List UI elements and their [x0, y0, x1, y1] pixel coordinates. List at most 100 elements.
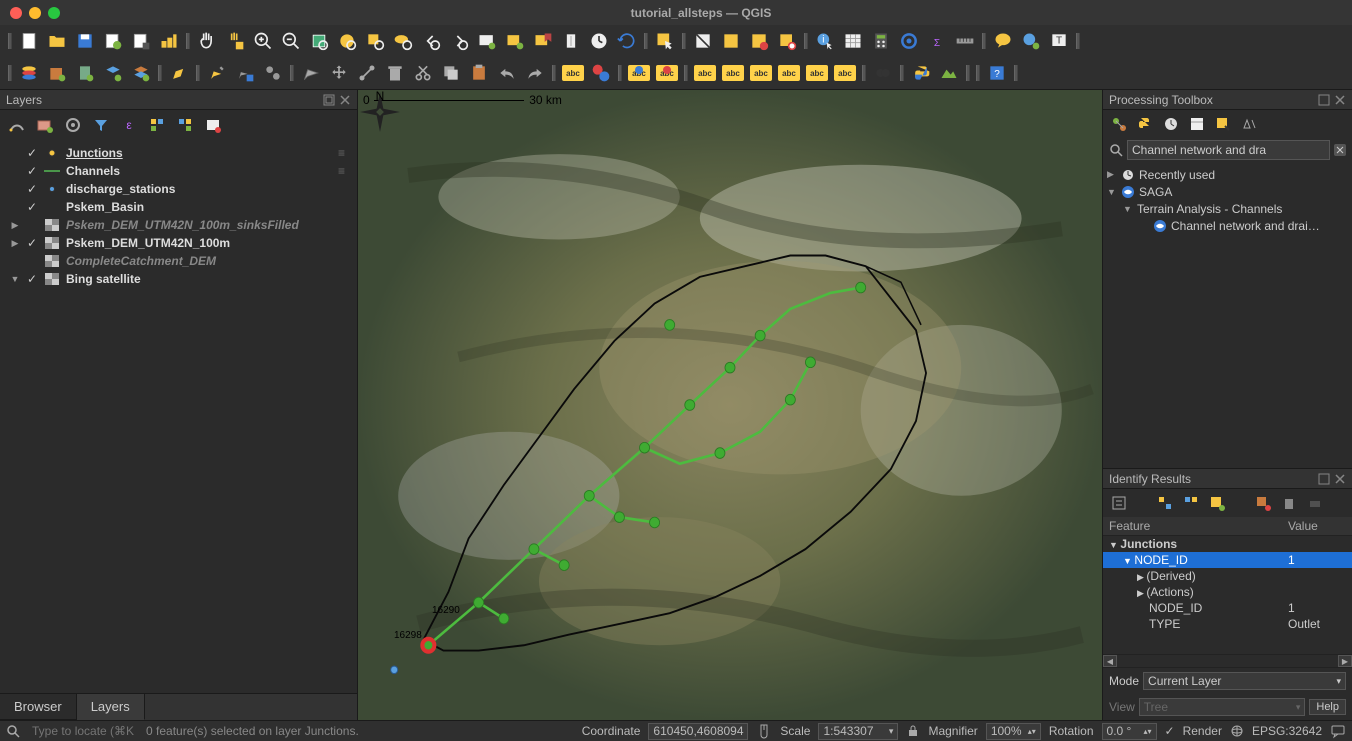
add-feature-button[interactable]	[260, 60, 286, 86]
label-unpin-button[interactable]: abc	[654, 60, 680, 86]
layer-junctions[interactable]: ✓ Junctions ≡	[8, 144, 349, 162]
label-change-button[interactable]: abc	[804, 60, 830, 86]
toolbar-handle[interactable]	[1012, 62, 1020, 84]
layer-tree[interactable]: ✓ Junctions ≡ ✓ Channels ≡ ✓ discharge_s…	[0, 140, 357, 693]
vertex-tool-button[interactable]	[354, 60, 380, 86]
new-shapefile-button[interactable]	[72, 60, 98, 86]
remove-layer-button[interactable]	[202, 114, 224, 136]
cut-features-button[interactable]	[410, 60, 436, 86]
expand-all-button[interactable]	[146, 114, 168, 136]
identify-button[interactable]: i	[812, 28, 838, 54]
layer-complete-catchment[interactable]: CompleteCatchment_DEM	[8, 252, 349, 270]
toggle-editing-button[interactable]	[204, 60, 230, 86]
zoom-native-button[interactable]	[306, 28, 332, 54]
tree-channel-network-algo[interactable]: Channel network and drai…	[1107, 217, 1348, 234]
identify-expand-button[interactable]	[1109, 493, 1129, 513]
mouse-icon[interactable]	[756, 723, 772, 739]
refresh-button[interactable]	[614, 28, 640, 54]
zoom-out-button[interactable]	[278, 28, 304, 54]
toolbar-handle[interactable]	[898, 62, 906, 84]
tab-layers[interactable]: Layers	[77, 694, 145, 720]
layer-dem-sinksfilled[interactable]: ▶ Pskem_DEM_UTM42N_100m_sinksFilled	[8, 216, 349, 234]
undo-button[interactable]	[494, 60, 520, 86]
lock-icon[interactable]	[906, 724, 920, 738]
processing-toolbox-button[interactable]	[896, 28, 922, 54]
toolbox-edit-button[interactable]	[1213, 114, 1233, 134]
scale-field[interactable]: 1:543307▾	[818, 723, 898, 740]
toolbox-results-button[interactable]	[1187, 114, 1207, 134]
field-calculator-button[interactable]	[868, 28, 894, 54]
new-geopackage-button[interactable]	[44, 60, 70, 86]
crs-icon[interactable]	[1230, 724, 1244, 738]
new-virtual-layer-button[interactable]	[128, 60, 154, 86]
show-bookmarks-button[interactable]	[530, 28, 556, 54]
zoom-in-button[interactable]	[250, 28, 276, 54]
mode-combo[interactable]: Current Layer▾	[1143, 672, 1346, 690]
zoom-last-button[interactable]	[418, 28, 444, 54]
new-map-view-button[interactable]	[474, 28, 500, 54]
zoom-layer-button[interactable]	[390, 28, 416, 54]
deselect-button[interactable]	[774, 28, 800, 54]
new-spatialite-button[interactable]	[100, 60, 126, 86]
redo-button[interactable]	[522, 60, 548, 86]
toolbar-handle[interactable]	[642, 30, 650, 52]
window-minimize-button[interactable]	[29, 7, 41, 19]
toolbar-handle[interactable]	[980, 30, 988, 52]
select-all-button[interactable]	[718, 28, 744, 54]
text-annotation-button[interactable]: T	[1046, 28, 1072, 54]
style-manager-button[interactable]	[156, 28, 182, 54]
help-button[interactable]: ?	[984, 60, 1010, 86]
select-by-value-button[interactable]	[690, 28, 716, 54]
toolbar-handle[interactable]	[194, 62, 202, 84]
label-props-button[interactable]: abc	[832, 60, 858, 86]
identify-new-button[interactable]	[1207, 493, 1227, 513]
current-edits-button[interactable]	[166, 60, 192, 86]
layer-styling-button[interactable]	[6, 114, 28, 136]
label-show-button[interactable]: abc	[720, 60, 746, 86]
toolbox-model-button[interactable]	[1109, 114, 1129, 134]
label-rotate-button[interactable]: abc	[776, 60, 802, 86]
help-button[interactable]: Help	[1309, 699, 1346, 715]
panel-close-icon[interactable]	[339, 94, 351, 106]
identify-hscrollbar[interactable]: ◀▶	[1103, 654, 1352, 668]
toolbox-tree[interactable]: ▶ Recently used ▼ SAGA ▼ Terrain Analysi…	[1103, 162, 1352, 468]
layer-dem[interactable]: ▶✓ Pskem_DEM_UTM42N_100m	[8, 234, 349, 252]
plugin-1-button[interactable]	[870, 60, 896, 86]
invert-selection-button[interactable]	[746, 28, 772, 54]
temporal-controller-button[interactable]	[558, 28, 584, 54]
panel-close-icon[interactable]	[1334, 473, 1346, 485]
filter-expression-button[interactable]: ε	[118, 114, 140, 136]
layer-bing-satellite[interactable]: ▼✓ Bing satellite	[8, 270, 349, 288]
layout-manager-button[interactable]	[128, 28, 154, 54]
toolbar-handle[interactable]	[964, 62, 972, 84]
save-edits-button[interactable]	[232, 60, 258, 86]
identify-collapse-all-button[interactable]	[1181, 493, 1201, 513]
layer-channels[interactable]: ✓ Channels ≡	[8, 162, 349, 180]
manage-themes-button[interactable]	[62, 114, 84, 136]
data-source-manager-button[interactable]	[16, 60, 42, 86]
temporal-button[interactable]	[586, 28, 612, 54]
panel-undock-icon[interactable]	[1318, 94, 1330, 106]
clear-search-icon[interactable]	[1334, 144, 1346, 156]
toolbar-handle[interactable]	[616, 62, 624, 84]
map-canvas[interactable]: 0 30 km 16290 16298 N	[358, 90, 1102, 720]
magnifier-field[interactable]: 100%▴▾	[986, 723, 1041, 740]
identify-copy-button[interactable]	[1253, 493, 1273, 513]
tree-terrain-analysis[interactable]: ▼ Terrain Analysis - Channels	[1107, 200, 1348, 217]
toolbox-search-input[interactable]	[1127, 140, 1330, 160]
toolbar-handle[interactable]	[6, 30, 14, 52]
zoom-selection-button[interactable]	[362, 28, 388, 54]
collapse-all-button[interactable]	[174, 114, 196, 136]
identify-table-body[interactable]: ▼ Junctions ▼ NODE_ID1 ▶ (Derived) ▶ (Ac…	[1103, 536, 1352, 632]
new-print-layout-button[interactable]	[100, 28, 126, 54]
map-tips-button[interactable]	[990, 28, 1016, 54]
toolbar-handle[interactable]	[550, 62, 558, 84]
tree-recently-used[interactable]: ▶ Recently used	[1107, 166, 1348, 183]
panel-undock-icon[interactable]	[1318, 473, 1330, 485]
toolbar-handle[interactable]	[860, 62, 868, 84]
identify-print-button[interactable]	[1305, 493, 1325, 513]
move-feature-button[interactable]	[326, 60, 352, 86]
rotation-field[interactable]: 0.0 °▴▾	[1102, 723, 1157, 740]
python-console-button[interactable]	[908, 60, 934, 86]
delete-selected-button[interactable]	[382, 60, 408, 86]
